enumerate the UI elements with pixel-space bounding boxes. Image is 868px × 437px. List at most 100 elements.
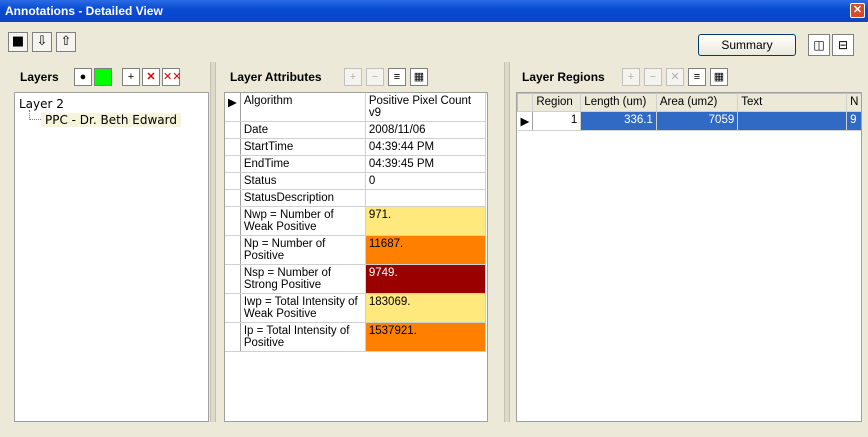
attribute-name: StartTime [240,138,366,156]
row-selector[interactable] [225,121,241,139]
row-selector[interactable] [225,206,241,236]
attribute-value[interactable]: 04:39:44 PM [365,138,486,156]
horizontal-layout-button[interactable]: ◫ [808,34,830,56]
attribute-value[interactable]: Positive Pixel Count v9 [365,93,486,122]
table-row[interactable]: Date 2008/11/06 [225,121,486,139]
import-button[interactable]: ⇧ [56,32,76,52]
vertical-layout-icon: ⊟ [837,38,849,52]
table-row[interactable]: Nsp = Number of Strong Positive 9749. [225,264,486,294]
table-row[interactable]: Status 0 [225,172,486,190]
cell-text[interactable] [737,111,848,131]
add-icon: + [127,71,135,83]
attribute-value[interactable]: 04:39:45 PM [365,155,486,173]
window-title: Annotations - Detailed View [5,4,163,18]
row-selector[interactable] [225,264,241,294]
attribute-name: Nsp = Number of Strong Positive [240,264,366,294]
row-selector[interactable] [225,235,241,265]
attribute-value[interactable]: 9749. [365,264,486,294]
layer-color-swatch[interactable] [94,68,112,86]
column-header-length[interactable]: Length (um) [580,93,657,112]
cell-region[interactable]: 1 [532,111,582,131]
delete-all-layers-button[interactable]: ✕✕ [162,68,182,86]
tree-item-layer[interactable]: Layer 2 [19,97,64,111]
column-header-region[interactable]: Region [532,93,582,112]
row-selector[interactable]: ▶ [517,111,534,131]
export-icon: ⇩ [36,34,48,49]
table-row[interactable]: Iwp = Total Intensity of Weak Positive 18… [225,293,486,323]
row-selector[interactable]: ▶ [225,93,241,122]
export-button[interactable]: ⇩ [32,32,52,52]
horizontal-layout-icon: ◫ [813,38,825,52]
regions-grid-button[interactable]: ▦ [710,68,728,86]
table-row[interactable]: Np = Number of Positive 11687. [225,235,486,265]
attribute-value[interactable] [365,189,486,207]
attribute-value[interactable]: 1537921. [365,322,486,352]
import-icon: ⇧ [60,34,72,49]
table-row[interactable]: Ip = Total Intensity of Positive 1537921. [225,322,486,352]
cell-length[interactable]: 336.1 [580,111,657,131]
row-selector[interactable] [225,138,241,156]
layers-tree[interactable]: Layer 2 PPC - Dr. Beth Edward [14,92,209,422]
cell-n[interactable]: 9 [846,111,861,131]
attribute-value[interactable]: 971. [365,206,486,236]
remove-region-button[interactable]: − [644,68,662,86]
attribute-value[interactable]: 2008/11/06 [365,121,486,139]
regions-grid[interactable]: Region Length (um) Area (um2) Text N ▶ 1… [516,92,862,422]
delete-region-button[interactable]: ✕ [666,68,684,86]
add-region-button[interactable]: + [622,68,640,86]
delete-all-icon: ✕✕ [163,71,182,83]
row-selector[interactable] [225,172,241,190]
row-selector[interactable] [225,155,241,173]
column-header-n[interactable]: N [846,93,861,112]
attributes-grid-button[interactable]: ▦ [410,68,428,86]
tree-item-annotation[interactable]: PPC - Dr. Beth Edward [41,113,181,127]
add-layer-button[interactable]: + [122,68,140,86]
regions-header-row: Region Length (um) Area (um2) Text N [517,93,861,112]
main-toolbar: ■ ⇩ ⇧ Summary ◫ ⊟ [0,22,868,62]
table-row[interactable]: Nwp = Number of Weak Positive 971. [225,206,486,236]
attributes-grid[interactable]: ▶ Algorithm Positive Pixel Count v9 Date 200… [224,92,488,422]
table-row[interactable]: ▶ 1 336.1 7059 9 [517,111,861,131]
save-button[interactable]: ■ [8,32,28,52]
table-row[interactable]: StartTime 04:39:44 PM [225,138,486,156]
notes-icon: ≡ [393,71,401,83]
regions-title: Layer Regions [522,70,605,84]
attribute-value[interactable]: 183069. [365,293,486,323]
attribute-name: Iwp = Total Intensity of Weak Positive [240,293,366,323]
table-row[interactable]: ▶ Algorithm Positive Pixel Count v9 [225,93,486,122]
attribute-name: Ip = Total Intensity of Positive [240,322,366,352]
table-row[interactable]: EndTime 04:39:45 PM [225,155,486,173]
plus-icon: + [627,71,635,83]
attribute-value[interactable]: 0 [365,172,486,190]
eye-icon: ● [79,71,87,83]
row-selector[interactable] [225,189,241,207]
attribute-value[interactable]: 11687. [365,235,486,265]
attribute-name: Nwp = Number of Weak Positive [240,206,366,236]
row-selector[interactable] [225,322,241,352]
attributes-notes-button[interactable]: ≡ [388,68,406,86]
table-row[interactable]: StatusDescription [225,189,486,207]
attribute-name: Np = Number of Positive [240,235,366,265]
vertical-layout-button[interactable]: ⊟ [832,34,854,56]
grid-icon: ▦ [713,71,725,83]
add-attribute-button[interactable]: + [344,68,362,86]
grid-icon: ▦ [413,71,425,83]
column-header-area[interactable]: Area (um2) [655,93,739,112]
splitter-right[interactable] [504,62,510,422]
corner-cell [517,93,534,112]
delete-icon: ✕ [670,71,680,83]
close-button[interactable]: ✕ [850,3,865,18]
row-selector[interactable] [225,293,241,323]
splitter-left[interactable] [210,62,216,422]
layers-title: Layers [20,70,59,84]
summary-button[interactable]: Summary [698,34,796,56]
tree-connector [29,110,41,120]
visibility-toggle-button[interactable]: ● [74,68,92,86]
regions-notes-button[interactable]: ≡ [688,68,706,86]
cell-area[interactable]: 7059 [656,111,739,131]
column-header-text[interactable]: Text [737,93,848,112]
delete-layer-button[interactable]: ✕ [142,68,160,86]
notes-icon: ≡ [693,71,701,83]
attribute-name: StatusDescription [240,189,366,207]
remove-attribute-button[interactable]: − [366,68,384,86]
